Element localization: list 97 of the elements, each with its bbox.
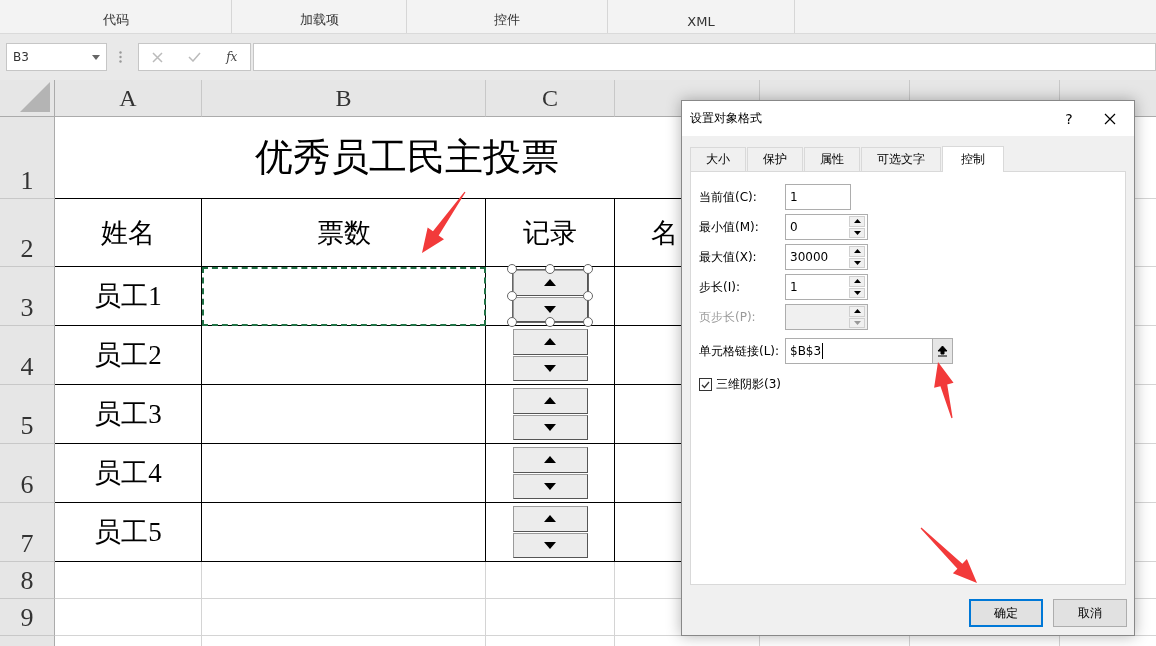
down-arrow-icon (853, 260, 861, 265)
sheet-cell[interactable] (486, 267, 615, 326)
down-arrow-icon (544, 364, 556, 372)
check-icon[interactable] (187, 52, 201, 62)
dialog-tab[interactable]: 大小 (690, 147, 746, 171)
down-arrow-icon (853, 290, 861, 295)
ribbon-group-label: 控件 (494, 11, 520, 29)
up-arrow-icon (853, 309, 861, 314)
row-header[interactable]: 7 (0, 503, 55, 562)
name-cell: 员工2 (55, 326, 202, 385)
down-arrow-icon (853, 320, 861, 325)
ribbon-group-label: 代码 (102, 11, 129, 29)
up-arrow-icon (544, 338, 556, 346)
collapse-dialog-icon[interactable] (937, 345, 948, 357)
dialog-button[interactable]: 确定 (969, 599, 1043, 627)
annotation-arrow (934, 362, 954, 419)
checkbox[interactable] (699, 378, 712, 391)
help-button[interactable]: ? (1052, 110, 1086, 127)
spin-field[interactable]: 30000 (785, 244, 868, 270)
spin-button[interactable] (512, 506, 588, 558)
row-header[interactable]: 5 (0, 385, 55, 444)
name-cell: 员工5 (55, 503, 202, 562)
spin-button[interactable] (512, 447, 588, 499)
spin-button[interactable] (512, 388, 588, 440)
dialog-title: 设置对象格式 (690, 110, 763, 127)
row-header[interactable]: 8 (0, 562, 55, 599)
up-arrow-icon (853, 249, 861, 254)
name-cell: 员工1 (55, 267, 202, 326)
field-label: 最大值(X): (699, 248, 758, 266)
dialog-tab[interactable]: 保护 (747, 147, 803, 171)
spin-button[interactable] (512, 329, 588, 381)
name-box[interactable]: B3 (6, 43, 107, 71)
row-header[interactable]: 3 (0, 267, 55, 326)
up-arrow-icon (853, 279, 861, 284)
vote-cell[interactable] (202, 503, 486, 562)
column-header[interactable]: C (486, 80, 615, 117)
corner-triangle-icon (20, 82, 50, 112)
name-cell: 员工4 (55, 444, 202, 503)
vote-cell[interactable] (202, 267, 486, 326)
dialog-tab[interactable]: 属性 (804, 147, 860, 171)
spin-field[interactable]: 0 (785, 214, 868, 240)
input-field[interactable]: 1 (785, 184, 851, 210)
up-arrow-icon (853, 219, 861, 224)
formula-input[interactable] (253, 43, 1156, 71)
down-arrow-icon (544, 423, 556, 431)
column-header[interactable]: B (202, 80, 486, 117)
name-cell: 员工3 (55, 385, 202, 444)
field-label: 单元格链接(L): (699, 342, 781, 360)
ribbon-group-label: XML (687, 14, 715, 29)
row-header[interactable]: 9 (0, 599, 55, 636)
sheet-cell[interactable] (486, 326, 615, 385)
sheet-cell[interactable] (486, 503, 615, 562)
close-icon[interactable] (1104, 112, 1116, 125)
input-field[interactable]: $B$3 (785, 338, 953, 364)
resize-handle[interactable] (544, 264, 555, 274)
resize-handle[interactable] (506, 317, 517, 327)
spin-button[interactable] (512, 270, 588, 322)
sheet-cell[interactable] (486, 444, 615, 503)
dropdown-caret-icon (92, 54, 100, 60)
up-arrow-icon (544, 515, 556, 523)
vote-cell[interactable] (202, 385, 486, 444)
row-header[interactable]: 4 (0, 326, 55, 385)
vote-cell[interactable] (202, 444, 486, 503)
down-arrow-icon (544, 305, 556, 313)
vote-cell[interactable] (202, 326, 486, 385)
grip-icon (119, 51, 122, 63)
resize-handle[interactable] (506, 264, 517, 274)
insert-function-button[interactable]: fx (226, 50, 238, 64)
column-title: 姓名 (55, 199, 202, 267)
field-label: 页步长(P): (699, 308, 757, 326)
column-header[interactable]: A (55, 80, 202, 117)
down-arrow-icon (853, 230, 861, 235)
up-arrow-icon (544, 397, 556, 405)
down-arrow-icon (544, 541, 556, 549)
resize-handle[interactable] (582, 264, 593, 274)
spin-field[interactable]: 1 (785, 274, 868, 300)
ribbon-group-label: 加载项 (299, 11, 339, 29)
resize-handle[interactable] (582, 291, 593, 301)
annotation-arrow (422, 191, 466, 253)
down-arrow-icon (544, 482, 556, 490)
checkbox-label: 三维阴影(3) (716, 376, 781, 393)
resize-handle[interactable] (506, 291, 517, 301)
field-label: 最小值(M): (699, 218, 760, 236)
sheet-cell[interactable] (486, 385, 615, 444)
row-header[interactable]: 6 (0, 444, 55, 503)
dialog-tab[interactable]: 控制 (942, 146, 1004, 172)
resize-handle[interactable] (582, 317, 593, 327)
dialog-tab[interactable]: 可选文字 (861, 147, 941, 171)
field-label: 步长(I): (699, 278, 741, 296)
up-arrow-icon (544, 456, 556, 464)
row-header[interactable]: 1 (0, 117, 55, 199)
annotation-arrow (920, 527, 977, 583)
up-arrow-icon (544, 279, 556, 287)
resize-handle[interactable] (544, 317, 555, 327)
check-icon (701, 380, 710, 389)
dialog-button[interactable]: 取消 (1053, 599, 1127, 627)
row-header[interactable]: 2 (0, 199, 55, 267)
